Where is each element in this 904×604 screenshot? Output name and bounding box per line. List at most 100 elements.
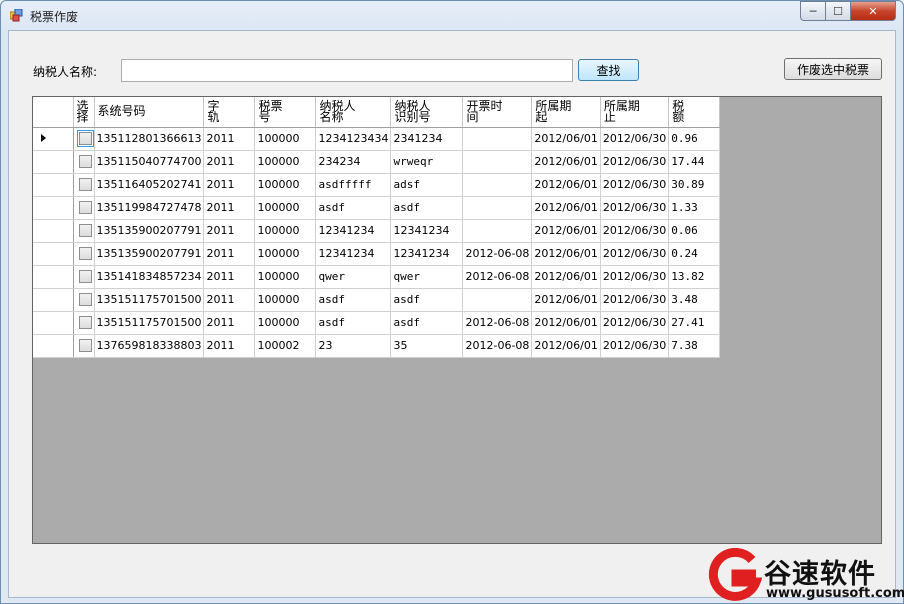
grid-cell[interactable] bbox=[462, 173, 533, 197]
select-cell[interactable] bbox=[73, 334, 95, 358]
grid-cell[interactable]: 2012/06/30 bbox=[600, 311, 670, 335]
grid-cell[interactable]: 2012/06/30 bbox=[600, 242, 670, 266]
select-checkbox[interactable] bbox=[78, 178, 92, 192]
grid-cell[interactable]: 27.41 bbox=[668, 311, 721, 335]
row-header[interactable] bbox=[33, 219, 74, 243]
grid-cell[interactable]: 23 bbox=[315, 334, 392, 358]
row-header[interactable] bbox=[33, 242, 74, 266]
grid-cell[interactable]: 135112801366613 bbox=[94, 127, 205, 151]
table-row[interactable]: 135141834857234 2011 100000 qwer qwer 2012-06… bbox=[33, 265, 721, 289]
column-header[interactable]: 所属期起 bbox=[531, 97, 601, 128]
select-cell[interactable] bbox=[73, 242, 95, 266]
grid-cell[interactable]: 12341234 bbox=[390, 242, 464, 266]
grid-cell[interactable]: qwer bbox=[315, 265, 392, 289]
table-row[interactable]: 135115040774700 2011 100000 234234 wrweqr 201… bbox=[33, 150, 721, 174]
table-row[interactable]: 135112801366613 2011 100000 1234123434 23412… bbox=[33, 127, 721, 151]
grid-cell[interactable]: 2011 bbox=[203, 173, 256, 197]
grid-cell[interactable]: 100000 bbox=[254, 311, 317, 335]
grid-cell[interactable]: 2012/06/30 bbox=[600, 265, 670, 289]
grid-cell[interactable]: 2011 bbox=[203, 127, 256, 151]
close-button[interactable]: ✕ bbox=[851, 1, 896, 21]
select-cell[interactable] bbox=[73, 288, 95, 312]
row-header[interactable] bbox=[33, 196, 74, 220]
grid-cell[interactable]: 2012/06/01 bbox=[531, 334, 601, 358]
column-header[interactable]: 税票号 bbox=[254, 97, 317, 128]
grid-cell[interactable]: 2012-06-08 bbox=[462, 334, 533, 358]
grid-cell[interactable]: 100002 bbox=[254, 334, 317, 358]
grid-cell[interactable]: 12341234 bbox=[390, 219, 464, 243]
select-checkbox[interactable] bbox=[76, 130, 93, 148]
grid-cell[interactable]: 3.48 bbox=[668, 288, 721, 312]
grid-cell[interactable]: 2012/06/01 bbox=[531, 242, 601, 266]
table-row[interactable]: 135135900207791 2011 100000 12341234 1234123… bbox=[33, 219, 721, 243]
column-header[interactable]: 纳税人 名称 bbox=[315, 97, 392, 128]
row-header[interactable] bbox=[33, 288, 74, 312]
find-button[interactable]: 查找 bbox=[578, 59, 639, 81]
grid-cell[interactable]: 2011 bbox=[203, 265, 256, 289]
grid-cell[interactable]: 2012/06/30 bbox=[600, 196, 670, 220]
select-checkbox[interactable] bbox=[78, 224, 92, 238]
table-row[interactable]: 137659818338803 2011 100002 23 35 2012-06-08 2… bbox=[33, 334, 721, 358]
grid-cell[interactable]: 2012/06/30 bbox=[600, 334, 670, 358]
table-row[interactable]: 135119984727478 2011 100000 asdf asdf 2012/06… bbox=[33, 196, 721, 220]
grid-cell[interactable]: 135141834857234 bbox=[94, 265, 205, 289]
grid-cell[interactable]: 2012/06/01 bbox=[531, 219, 601, 243]
grid-cell[interactable]: adsf bbox=[390, 173, 464, 197]
column-header[interactable]: 所属期止 bbox=[600, 97, 670, 128]
grid-cell[interactable]: 2011 bbox=[203, 219, 256, 243]
grid-cell[interactable]: wrweqr bbox=[390, 150, 464, 174]
grid-cell[interactable]: 100000 bbox=[254, 288, 317, 312]
grid-cell[interactable]: asdf bbox=[315, 288, 392, 312]
grid-cell[interactable] bbox=[462, 288, 533, 312]
grid-cell[interactable]: 135116405202741 bbox=[94, 173, 205, 197]
column-header[interactable]: 选择 bbox=[73, 97, 95, 128]
grid-cell[interactable]: 2011 bbox=[203, 150, 256, 174]
grid-cell[interactable]: qwer bbox=[390, 265, 464, 289]
grid-cell[interactable]: 0.24 bbox=[668, 242, 721, 266]
grid-cell[interactable]: 2012/06/30 bbox=[600, 127, 670, 151]
grid-cell[interactable]: 2012/06/01 bbox=[531, 173, 601, 197]
grid-cell[interactable]: 2012-06-08 bbox=[462, 242, 533, 266]
select-cell[interactable] bbox=[73, 219, 95, 243]
grid-cell[interactable]: 2012/06/30 bbox=[600, 219, 670, 243]
grid-cell[interactable]: 2012-06-08 bbox=[462, 311, 533, 335]
grid-cell[interactable]: 135115040774700 bbox=[94, 150, 205, 174]
grid-cell[interactable]: 2012/06/01 bbox=[531, 150, 601, 174]
grid-cell[interactable]: 2011 bbox=[203, 311, 256, 335]
void-selected-button[interactable]: 作废选中税票 bbox=[784, 58, 882, 80]
grid-cell[interactable]: 2012/06/01 bbox=[531, 265, 601, 289]
grid-cell[interactable]: 135151175701500 bbox=[94, 288, 205, 312]
grid-cell[interactable] bbox=[462, 150, 533, 174]
grid-cell[interactable]: 100000 bbox=[254, 150, 317, 174]
column-header[interactable]: 开票时间 bbox=[462, 97, 533, 128]
grid-cell[interactable]: 7.38 bbox=[668, 334, 721, 358]
tax-ticket-grid[interactable]: 选择 系统号码 字轨 税票号 纳税人 名称 纳税人 识别号 开票时间 所属期起 所属… bbox=[32, 96, 882, 544]
grid-cell[interactable]: 135135900207791 bbox=[94, 219, 205, 243]
grid-cell[interactable]: 2341234 bbox=[390, 127, 464, 151]
table-row[interactable]: 135135900207791 2011 100000 12341234 1234123… bbox=[33, 242, 721, 266]
grid-cell[interactable]: 2012/06/30 bbox=[600, 150, 670, 174]
grid-cell[interactable]: 0.96 bbox=[668, 127, 721, 151]
grid-cell[interactable]: 100000 bbox=[254, 265, 317, 289]
select-checkbox[interactable] bbox=[78, 155, 92, 169]
grid-cell[interactable]: 12341234 bbox=[315, 219, 392, 243]
grid-cell[interactable]: 234234 bbox=[315, 150, 392, 174]
grid-cell[interactable]: 13.82 bbox=[668, 265, 721, 289]
select-cell[interactable] bbox=[73, 173, 95, 197]
select-cell[interactable] bbox=[73, 127, 95, 151]
grid-cell[interactable] bbox=[462, 127, 533, 151]
grid-cell[interactable]: 135135900207791 bbox=[94, 242, 205, 266]
grid-cell[interactable]: 2012/06/30 bbox=[600, 288, 670, 312]
grid-cell[interactable]: 2012/06/30 bbox=[600, 173, 670, 197]
table-row[interactable]: 135151175701500 2011 100000 asdf asdf 2012/06… bbox=[33, 288, 721, 312]
grid-cell[interactable]: asdf bbox=[390, 311, 464, 335]
grid-cell[interactable]: 100000 bbox=[254, 173, 317, 197]
grid-cell[interactable] bbox=[462, 219, 533, 243]
select-checkbox[interactable] bbox=[78, 339, 92, 353]
row-header[interactable] bbox=[33, 173, 74, 197]
column-header[interactable]: 税额 bbox=[668, 97, 721, 128]
maximize-button[interactable]: ☐ bbox=[826, 1, 851, 21]
grid-cell[interactable]: 100000 bbox=[254, 219, 317, 243]
grid-cell[interactable]: asdf bbox=[315, 311, 392, 335]
column-header[interactable]: 纳税人 识别号 bbox=[390, 97, 464, 128]
